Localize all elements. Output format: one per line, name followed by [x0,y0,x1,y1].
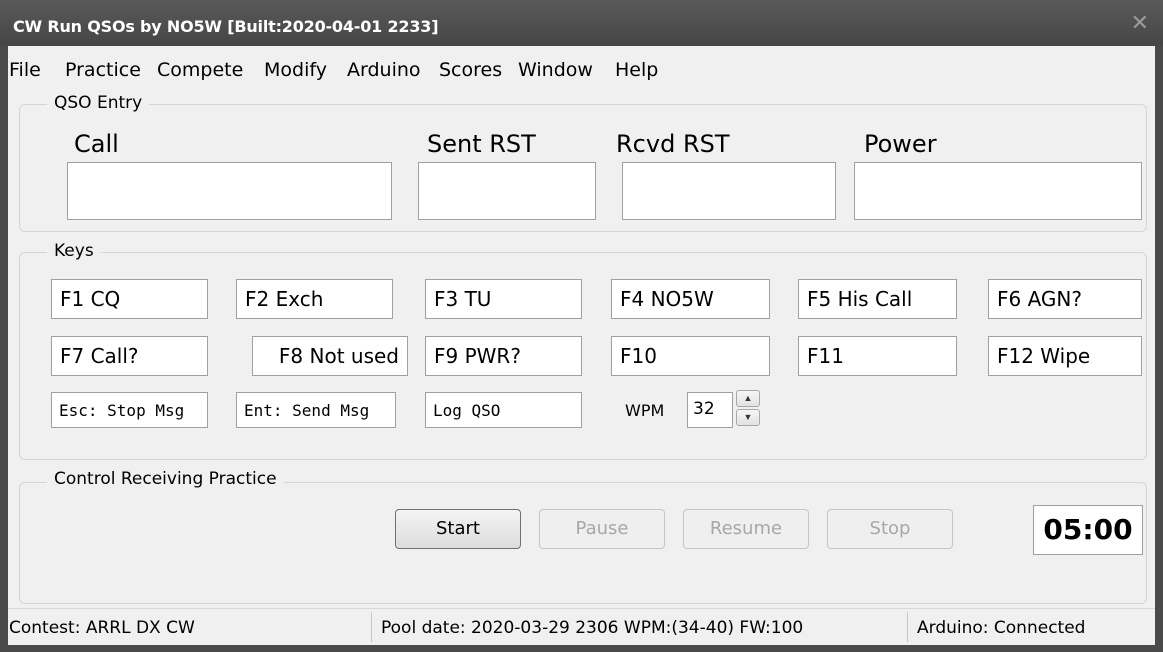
menu-modify[interactable]: Modify [264,59,327,81]
f9-key[interactable]: F9 PWR? [425,336,582,376]
menu-scores[interactable]: Scores [439,59,502,81]
arrow-up-icon: ▲ [743,393,753,403]
status-separator [907,612,908,642]
window-title: CW Run QSOs by NO5W [Built:2020-04-01 22… [13,17,439,36]
wpm-label: WPM [625,401,665,420]
close-icon[interactable]: ✕ [1131,11,1149,36]
log-qso-key[interactable]: Log QSO [425,392,582,428]
menu-compete[interactable]: Compete [157,59,243,81]
sent-rst-label: Sent RST [427,130,536,158]
wpm-up-button[interactable]: ▲ [736,390,760,407]
status-bar: Contest: ARRL DX CW Pool date: 2020-03-2… [8,608,1155,645]
resume-button[interactable]: Resume [683,509,809,549]
menu-practice[interactable]: Practice [65,59,141,81]
sent-rst-input[interactable] [418,162,596,220]
call-input[interactable] [67,162,392,220]
pause-button[interactable]: Pause [539,509,665,549]
wpm-input[interactable]: 32 [687,392,733,428]
rcvd-rst-label: Rcvd RST [616,130,730,158]
control-legend: Control Receiving Practice [47,469,284,489]
status-arduino: Arduino: Connected [917,618,1086,638]
esc-stop-msg-key[interactable]: Esc: Stop Msg [51,392,208,428]
f2-key[interactable]: F2 Exch [236,279,393,319]
f5-key[interactable]: F5 His Call [798,279,957,319]
f7-key[interactable]: F7 Call? [51,336,208,376]
power-label: Power [864,130,937,158]
rcvd-rst-input[interactable] [622,162,836,220]
qso-entry-legend: QSO Entry [47,93,150,113]
f12-key[interactable]: F12 Wipe [988,336,1142,376]
keys-legend: Keys [47,241,101,261]
menu-help[interactable]: Help [615,59,658,81]
f11-key[interactable]: F11 [798,336,957,376]
arrow-down-icon: ▼ [743,412,753,422]
stop-button[interactable]: Stop [827,509,953,549]
menu-file[interactable]: File [9,59,41,81]
status-pool: Pool date: 2020-03-29 2306 WPM:(34-40) F… [381,618,804,638]
ent-send-msg-key[interactable]: Ent: Send Msg [236,392,396,428]
status-separator [371,612,372,642]
f8-key[interactable]: F8 Not used [252,336,408,376]
f6-key[interactable]: F6 AGN? [988,279,1142,319]
start-button[interactable]: Start [395,509,521,549]
f10-key[interactable]: F10 [611,336,770,376]
status-contest: Contest: ARRL DX CW [9,618,195,638]
power-input[interactable] [854,162,1142,220]
app-window: CW Run QSOs by NO5W [Built:2020-04-01 22… [0,0,1163,652]
menu-window[interactable]: Window [518,59,593,81]
wpm-down-button[interactable]: ▼ [736,409,760,426]
menu-arduino[interactable]: Arduino [347,59,421,81]
call-label: Call [74,130,119,158]
client-area: File Practice Compete Modify Arduino Sco… [8,46,1155,645]
f1-key[interactable]: F1 CQ [51,279,208,319]
f3-key[interactable]: F3 TU [425,279,582,319]
title-bar: CW Run QSOs by NO5W [Built:2020-04-01 22… [0,0,1163,46]
menu-bar: File Practice Compete Modify Arduino Sco… [8,46,1155,92]
f4-key[interactable]: F4 NO5W [611,279,770,319]
timer-display: 05:00 [1033,505,1143,555]
